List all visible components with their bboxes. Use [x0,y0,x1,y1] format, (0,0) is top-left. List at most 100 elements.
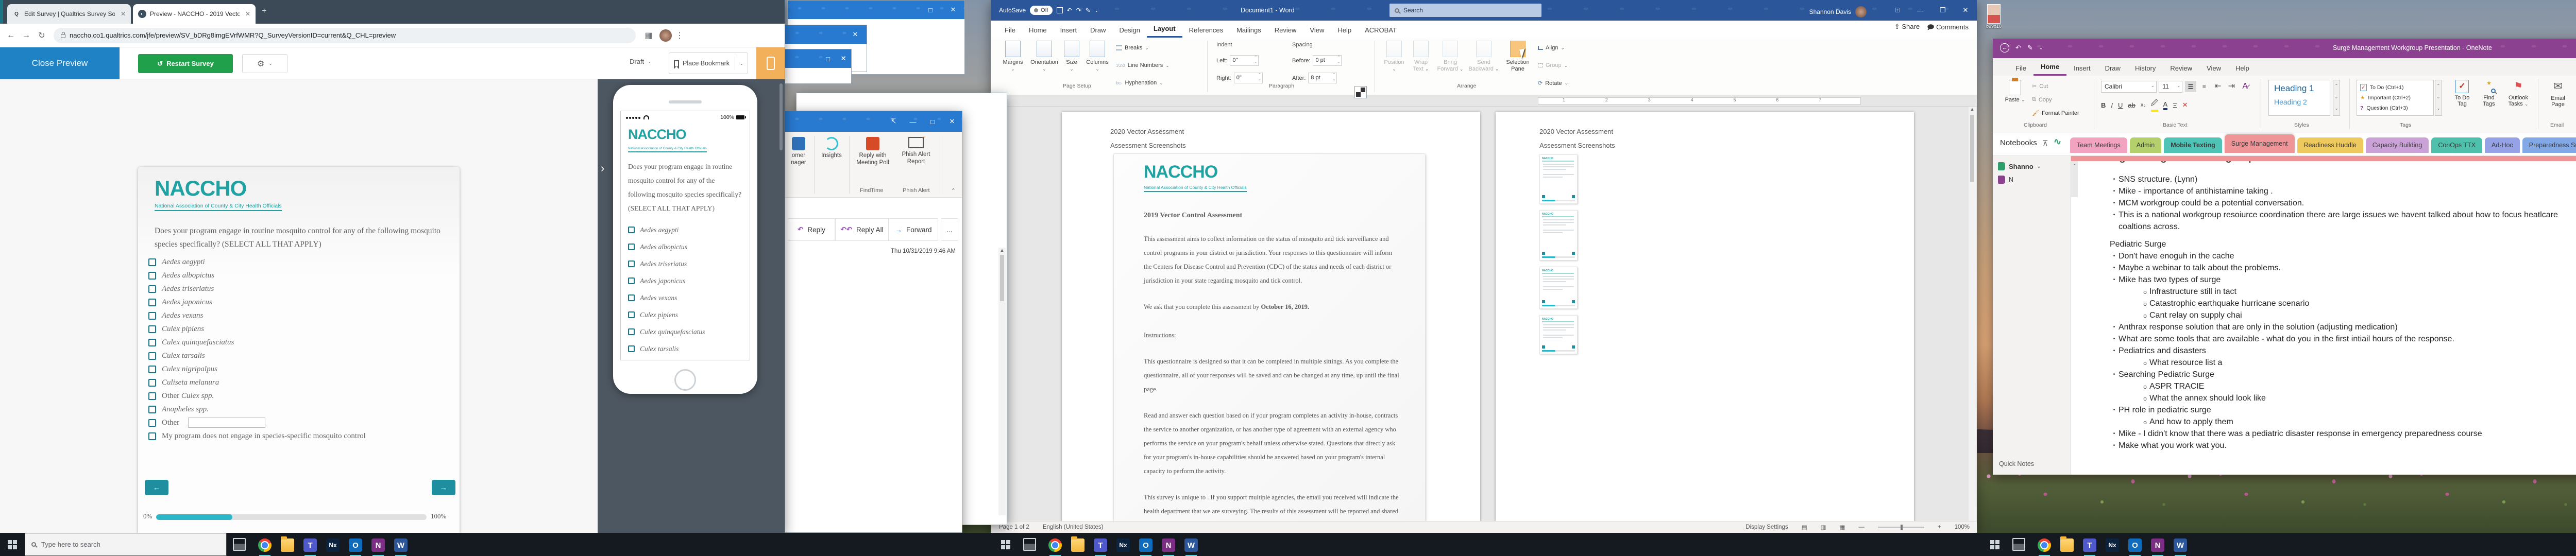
checkbox[interactable] [628,227,635,233]
checkbox[interactable] [148,366,156,373]
scroll-up-icon[interactable]: ▲ [1969,107,1976,112]
print-layout-icon[interactable]: ▥ [1821,524,1826,531]
ribbon-tab[interactable]: Insert [2066,61,2098,76]
menu-icon[interactable]: ⋮ [672,30,687,41]
survey-option[interactable]: Culex pipiens [628,306,742,323]
popout-icon[interactable]: ⇱ [884,111,903,132]
minimize-icon[interactable]: — [1909,0,1931,21]
document-page-2[interactable]: 2020 Vector Assessment Assessment Screen… [1496,112,1914,521]
survey-option[interactable]: Aedes albopictus [628,238,742,255]
align-button[interactable]: Align⌄ [1538,45,1565,51]
checkbox[interactable] [628,277,635,284]
hyphenation-button[interactable]: bc-Hyphenation⌄ [1116,80,1163,86]
quick-notes-link[interactable]: Quick Notes [1999,460,2034,467]
checkbox[interactable] [148,312,156,320]
checkbox[interactable] [148,352,156,360]
checkbox[interactable] [148,272,156,280]
survey-option[interactable]: Other [148,416,366,429]
close-icon[interactable]: ✕ [942,1,964,19]
ribbon-tab[interactable]: View [2199,61,2228,76]
paste-button[interactable]: Paste ⌄ [2003,80,2027,103]
forward-icon[interactable]: → [19,31,34,40]
highlight-button[interactable]: 🖉 [2151,98,2158,112]
document-area[interactable]: 2020 Vector Assessment Assessment Screen… [991,107,1977,521]
note-line[interactable]: • This is a national workgroup resoiurce… [2110,209,2563,233]
ribbon-tab[interactable]: Design [1113,23,1147,38]
survey-option[interactable]: Aedes triseriatus [148,282,366,296]
ribbon-tab[interactable]: Draw [1083,23,1112,38]
language-indicator[interactable]: English (United States) [1043,524,1104,530]
collapse-panel-icon[interactable]: › [601,162,604,175]
taskbar-app-icon[interactable] [1157,536,1180,554]
taskbar-app-icon[interactable] [253,536,276,554]
find-tags-button[interactable]: ★ FindTags [2477,80,2501,107]
scroll-thumb[interactable] [1000,255,1004,301]
checkbox[interactable] [628,328,635,335]
autosave-toggle[interactable]: Off [1030,6,1052,15]
other-text-input[interactable] [188,418,265,428]
phish-alert-report-button[interactable]: ⌐ Phish AlertReport [895,137,937,165]
tag-item[interactable]: ★Important (Ctrl+2) [2360,93,2430,103]
profile-avatar[interactable] [659,29,672,42]
undo-icon[interactable]: ↶ [2015,44,2021,52]
taskbar-app-icon[interactable] [344,536,367,554]
restart-survey-button[interactable]: ↺Restart Survey [138,54,233,73]
bold-button[interactable]: B [2101,101,2106,109]
italic-button[interactable]: I [2111,101,2113,109]
qr-code-icon[interactable] [1355,86,1366,98]
close-icon[interactable]: ✕ [1954,0,1977,21]
cut-button[interactable]: ✂Cut [2032,83,2048,90]
survey-option[interactable]: Aedes vexans [148,309,366,322]
share-button[interactable]: ⇪ Share [1894,23,1920,34]
note-line[interactable]: o Cant relay on supply chai [2110,309,2563,321]
taskbar-app-icon[interactable] [2169,536,2192,554]
reload-icon[interactable]: ↻ [34,30,49,41]
note-line[interactable]: • SNS structure. (Lynn) [2110,173,2563,185]
indent-icon[interactable]: ⇥ [2226,81,2237,91]
start-button[interactable] [993,533,1018,556]
note-line[interactable]: • Mike - importance of antihistamine tak… [2110,185,2563,197]
survey-option[interactable]: Aedes triseriatus [628,255,742,272]
new-tab-button[interactable]: + [262,7,266,16]
customer-manager-button[interactable]: omernager [786,137,811,166]
survey-option[interactable]: Aedes aegypti [148,255,366,269]
ribbon-tab[interactable]: Home [2033,59,2066,76]
vertical-scrollbar[interactable]: ▲ [1969,107,1976,521]
zoom-in-icon[interactable]: + [1938,524,1941,530]
ribbon-tab[interactable]: References [1182,23,1230,38]
note-line[interactable]: • Maybe a webinar to talk about the prob… [2110,262,2563,274]
zoom-slider[interactable] [1878,527,1924,528]
maximize-icon[interactable]: □ [820,49,836,68]
back-icon[interactable]: ← [2000,43,2009,53]
note-line[interactable]: • Make what you work wat you. [2110,440,2563,451]
subscript-button[interactable]: x₂ [2141,102,2146,108]
survey-option[interactable]: Culex nigripalpus [628,357,742,360]
note-line[interactable]: o Catastrophic earthquake hurricane scen… [2110,298,2563,309]
checkbox[interactable] [628,311,635,318]
ribbon-tab[interactable]: Insert [1054,23,1084,38]
horizontal-ruler[interactable]: L 1234567 [991,95,1977,107]
note-line[interactable]: • Mike - I didn't know that there was a … [2110,428,2563,440]
to-do-tag-button[interactable]: ✓ To DoTag [2449,80,2475,107]
draft-dropdown[interactable]: Draft⌄ [630,58,652,65]
ribbon-tab[interactable]: Review [1268,23,1303,38]
scroll-up-icon[interactable]: ▲ [998,248,1006,253]
scrollbar[interactable]: ▲ [998,248,1006,515]
display-settings[interactable]: Display Settings [1745,524,1788,530]
ribbon-tab[interactable]: Review [2163,61,2199,76]
ribbon-tab[interactable]: Help [1331,23,1358,38]
taskbar-app-icon[interactable] [1089,536,1112,554]
spacing-after[interactable]: After:8 pt [1292,73,1337,83]
start-button[interactable] [0,533,25,556]
strikethrough-button[interactable]: ab [2128,101,2135,109]
ribbon-tab[interactable]: View [1303,23,1331,38]
taskbar-app-icon[interactable] [1112,536,1134,554]
ribbon-tab[interactable]: ACROBAT [1358,23,1403,38]
section-tab[interactable]: Readiness Huddle [2297,137,2363,153]
onenote-titlebar[interactable]: ← ↶ ✎ ⌄ Surge Management Workgroup Prese… [1993,39,2576,58]
section-tab[interactable]: ConOps TTX [2431,137,2482,153]
line-numbers-button[interactable]: 1\2\3Line Numbers⌄ [1116,62,1170,68]
web-layout-icon[interactable]: ▦ [1839,524,1845,531]
close-icon[interactable]: ✕ [942,111,962,132]
maximize-icon[interactable]: □ [923,111,942,132]
